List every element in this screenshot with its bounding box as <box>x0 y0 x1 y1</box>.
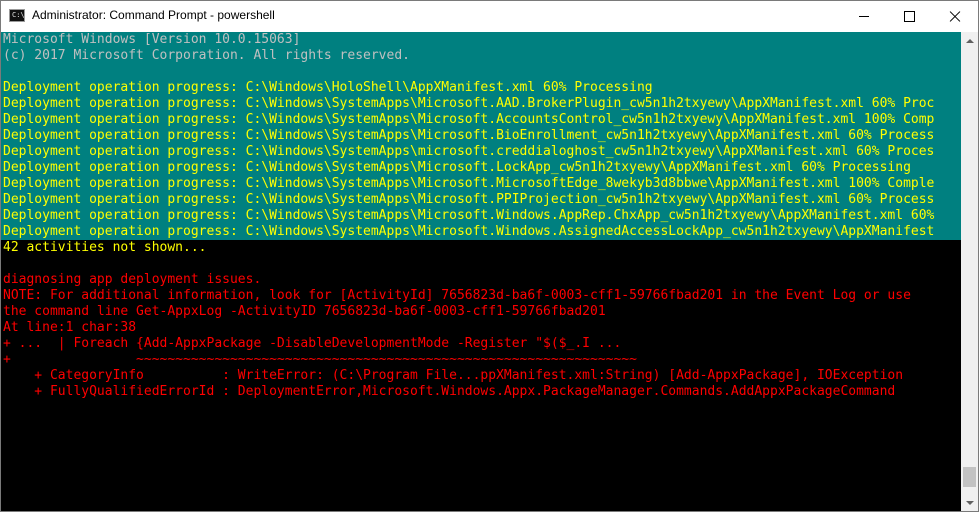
progress-line: Deployment operation progress: C:\Window… <box>3 160 911 175</box>
console-header-line: (c) 2017 Microsoft Corporation. All righ… <box>3 48 410 63</box>
maximize-button[interactable] <box>886 1 932 32</box>
command-prompt-window: C:\ Administrator: Command Prompt - powe… <box>0 0 979 512</box>
error-line: + FullyQualifiedErrorId : DeploymentErro… <box>3 384 896 399</box>
close-button[interactable] <box>932 1 978 32</box>
scrollbar-thumb[interactable] <box>963 467 976 487</box>
cmd-icon-text: C:\ <box>12 11 25 19</box>
progress-line: Deployment operation progress: C:\Window… <box>3 112 935 127</box>
error-line: + CategoryInfo : WriteError: (C:\Program… <box>3 368 904 383</box>
cmd-icon: C:\ <box>9 9 25 22</box>
progress-line: 42 activities not shown... <box>3 240 207 255</box>
error-line: the command line Get-AppxLog -ActivityID… <box>3 304 606 319</box>
progress-line: Deployment operation progress: C:\Window… <box>3 192 935 207</box>
error-line: At line:1 char:38 <box>3 320 137 335</box>
progress-line: Deployment operation progress: C:\Window… <box>3 96 935 111</box>
progress-line: Deployment operation progress: C:\Window… <box>3 224 935 239</box>
progress-line: Deployment operation progress: C:\Window… <box>3 144 935 159</box>
error-line: + ... | Foreach {Add-AppxPackage -Disabl… <box>3 336 622 351</box>
scroll-down-icon[interactable] <box>961 494 978 511</box>
window-title: Administrator: Command Prompt - powershe… <box>32 8 275 22</box>
error-line: + ~~~~~~~~~~~~~~~~~~~~~~~~~~~~~~~~~~~~~~… <box>3 352 637 367</box>
progress-line: Deployment operation progress: C:\Window… <box>3 80 653 95</box>
vertical-scrollbar[interactable] <box>961 32 978 511</box>
error-line: NOTE: For additional information, look f… <box>3 288 911 303</box>
error-line: diagnosing app deployment issues. <box>3 272 262 287</box>
console-header-line: Microsoft Windows [Version 10.0.15063] <box>3 32 301 47</box>
title-bar[interactable]: C:\ Administrator: Command Prompt - powe… <box>1 1 978 32</box>
scroll-up-icon[interactable] <box>961 32 978 49</box>
minimize-button[interactable] <box>841 1 887 32</box>
progress-line: Deployment operation progress: C:\Window… <box>3 128 935 143</box>
progress-line: Deployment operation progress: C:\Window… <box>3 176 935 191</box>
progress-line: Deployment operation progress: C:\Window… <box>3 208 935 223</box>
